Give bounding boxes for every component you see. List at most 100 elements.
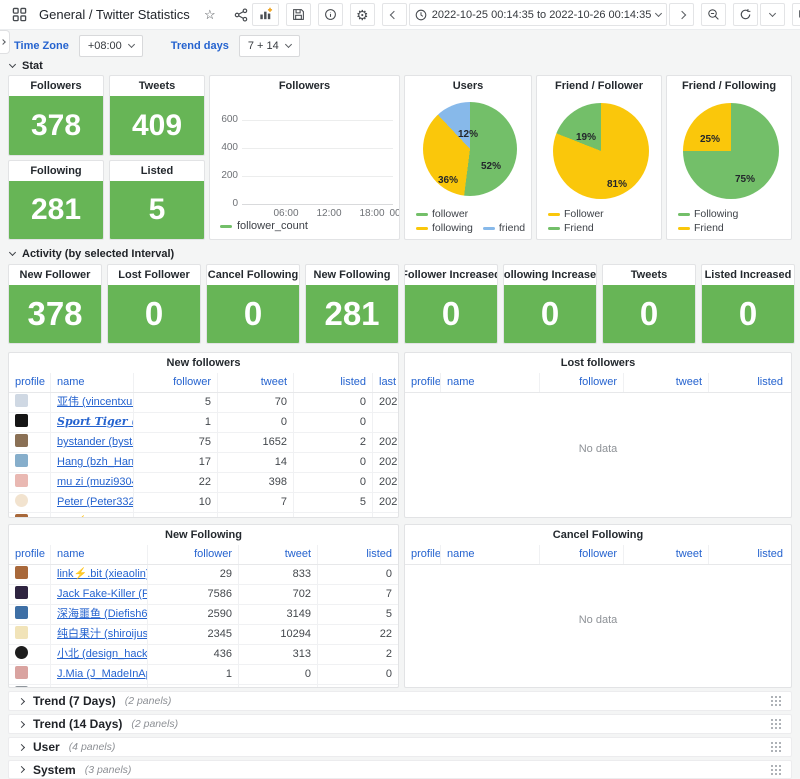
- profile-link[interactable]: 纯白果汁 (shiroijusu): [57, 628, 148, 640]
- drag-handle-icon[interactable]: [771, 765, 782, 776]
- profile-link[interactable]: J.Mia (J_MadeInApril): [57, 668, 148, 680]
- name-cell[interactable]: 小北 (design_hacking): [51, 645, 148, 664]
- apps-grid-icon[interactable]: [8, 4, 30, 26]
- name-cell[interactable]: 亚伟 (vincentxu1318): [51, 393, 134, 412]
- panel-title[interactable]: Followers: [210, 76, 399, 96]
- zoom-out-time-button[interactable]: [701, 3, 726, 26]
- profile-link[interactable]: 小北 (design_hacking): [57, 648, 148, 660]
- drag-handle-icon[interactable]: [771, 719, 782, 730]
- column-header[interactable]: follower: [134, 373, 218, 392]
- column-header[interactable]: name: [51, 373, 134, 392]
- column-header[interactable]: tweet: [624, 545, 709, 564]
- add-panel-button[interactable]: [252, 3, 279, 26]
- panel-title[interactable]: Listed: [110, 161, 204, 181]
- profile-link[interactable]: link⚡.bit (xieaolin): [57, 516, 134, 518]
- profile-link[interactable]: Hang (bzh_Hang): [57, 456, 134, 468]
- column-header[interactable]: last: [373, 373, 398, 392]
- time-range-picker[interactable]: 2022-10-25 00:14:35 to 2022-10-26 00:14:…: [409, 3, 668, 26]
- panel-title[interactable]: Friend / Follower: [537, 76, 661, 96]
- panel-title[interactable]: Cancel Following: [405, 525, 791, 545]
- legend-item[interactable]: following: [416, 222, 473, 234]
- profile-link[interactable]: Peter (Peter332167..: [57, 496, 134, 508]
- insights-icon[interactable]: [318, 3, 343, 26]
- drag-handle-icon[interactable]: [771, 742, 782, 753]
- panel-title[interactable]: Listed Increased: [702, 265, 794, 285]
- panel-title[interactable]: New Following: [9, 525, 398, 545]
- name-cell[interactable]: mu zi (muzi930409..: [51, 473, 134, 492]
- column-header[interactable]: follower: [540, 373, 624, 392]
- legend-item[interactable]: Following: [678, 208, 738, 220]
- name-cell[interactable]: Peter (Peter332167..: [51, 493, 134, 512]
- legend-item[interactable]: Friend: [548, 222, 594, 234]
- column-header[interactable]: name: [441, 545, 540, 564]
- panel-title[interactable]: Cancel Following: [207, 265, 299, 285]
- name-cell[interactable]: bystander (bystand..: [51, 433, 134, 452]
- legend-item[interactable]: friend: [483, 222, 525, 234]
- dashboard-settings-button[interactable]: ⚙: [350, 3, 375, 26]
- column-header[interactable]: profile: [405, 545, 441, 564]
- panel-title[interactable]: Users: [405, 76, 531, 96]
- name-cell[interactable]: Sport Tiger (..: [51, 413, 134, 432]
- refresh-interval-dropdown[interactable]: [760, 3, 785, 26]
- column-header[interactable]: tweet: [624, 373, 709, 392]
- column-header[interactable]: profile: [9, 373, 51, 392]
- time-range-forward-button[interactable]: [669, 3, 694, 26]
- kiosk-mode-button[interactable]: [792, 3, 800, 26]
- column-header[interactable]: profile: [9, 545, 51, 564]
- column-header[interactable]: follower: [148, 545, 239, 564]
- name-cell[interactable]: Jack Fake-Killer (Phish..: [51, 585, 148, 604]
- panel-title[interactable]: Following Increased: [504, 265, 596, 285]
- column-header[interactable]: listed: [318, 545, 398, 564]
- column-header[interactable]: follower: [540, 545, 624, 564]
- column-header[interactable]: listed: [709, 373, 789, 392]
- dashboard-row-trend-7-days[interactable]: Trend (7 Days) (2 panels): [8, 691, 792, 711]
- name-cell[interactable]: link⚡.bit (xieaolin): [51, 565, 148, 584]
- dashboard-row-system[interactable]: System (3 panels): [8, 760, 792, 779]
- panel-title[interactable]: New followers: [9, 353, 398, 373]
- timezone-select[interactable]: +08:00: [79, 35, 143, 57]
- name-cell[interactable]: Hang (bzh_Hang): [51, 453, 134, 472]
- panel-title[interactable]: Tweets: [603, 265, 695, 285]
- column-header[interactable]: listed: [294, 373, 373, 392]
- panel-title[interactable]: Tweets: [110, 76, 204, 96]
- column-header[interactable]: profile: [405, 373, 441, 392]
- name-cell[interactable]: J.Mia (J_MadeInApril): [51, 665, 148, 684]
- panel-title[interactable]: Friend / Following: [667, 76, 791, 96]
- profile-link[interactable]: Sport Tiger (..: [57, 415, 134, 428]
- column-header[interactable]: tweet: [239, 545, 318, 564]
- row-header-stat[interactable]: Stat: [10, 60, 43, 72]
- drag-handle-icon[interactable]: [771, 696, 782, 707]
- legend-item[interactable]: follower: [416, 208, 468, 220]
- trend-days-select[interactable]: 7 + 14: [239, 35, 300, 57]
- column-header[interactable]: listed: [709, 545, 789, 564]
- profile-link[interactable]: link⚡.bit (xieaolin): [57, 568, 148, 580]
- profile-link[interactable]: mu zi (muzi930409..: [57, 476, 134, 488]
- panel-title[interactable]: New Follower: [9, 265, 101, 285]
- panel-title[interactable]: Followers: [9, 76, 103, 96]
- sidebar-expand-button[interactable]: [0, 30, 10, 54]
- refresh-button[interactable]: [733, 3, 758, 26]
- name-cell[interactable]: 深海噩鱼 (Diefish666): [51, 605, 148, 624]
- row-header-activity[interactable]: Activity (by selected Interval): [10, 248, 174, 260]
- name-cell[interactable]: link⚡.bit (xieaolin): [51, 513, 134, 518]
- profile-link[interactable]: 亚伟 (vincentxu1318): [57, 396, 134, 408]
- share-icon[interactable]: [230, 4, 252, 26]
- legend-item[interactable]: Follower: [548, 208, 604, 220]
- star-icon[interactable]: ☆: [199, 4, 221, 26]
- panel-title[interactable]: Follower Increased: [405, 265, 497, 285]
- profile-link[interactable]: 深海噩鱼 (Diefish666): [57, 608, 148, 620]
- time-range-back-button[interactable]: [382, 3, 407, 26]
- legend-item[interactable]: follower_count: [220, 220, 308, 232]
- profile-link[interactable]: Jack Fake-Killer (Phish..: [57, 588, 148, 600]
- dashboard-row-trend-14-days[interactable]: Trend (14 Days) (2 panels): [8, 714, 792, 734]
- dashboard-row-user[interactable]: User (4 panels): [8, 737, 792, 757]
- save-dashboard-button[interactable]: [286, 3, 311, 26]
- column-header[interactable]: tweet: [218, 373, 294, 392]
- profile-link[interactable]: bystander (bystand..: [57, 436, 134, 448]
- legend-item[interactable]: Friend: [678, 222, 724, 234]
- breadcrumb[interactable]: General / Twitter Statistics: [39, 7, 190, 22]
- panel-title[interactable]: Following: [9, 161, 103, 181]
- column-header[interactable]: name: [441, 373, 540, 392]
- name-cell[interactable]: 纯白果汁 (shiroijusu): [51, 625, 148, 644]
- panel-title[interactable]: Lost Follower: [108, 265, 200, 285]
